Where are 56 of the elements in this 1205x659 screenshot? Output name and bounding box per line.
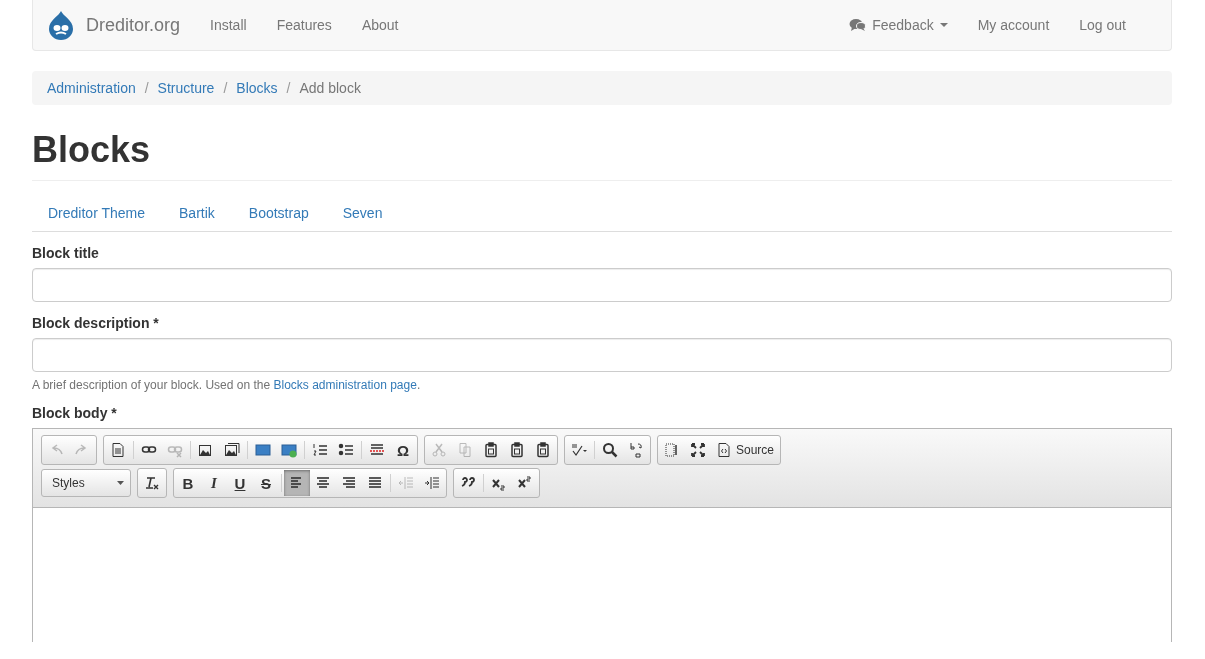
nav-link[interactable]: Features <box>261 17 347 33</box>
film-add-icon <box>281 442 297 459</box>
clipboard-word-icon <box>535 442 551 459</box>
block-description-input[interactable] <box>32 338 1172 373</box>
clear-format-icon <box>144 475 160 492</box>
indent-icon <box>424 475 440 492</box>
theme-tab[interactable]: Bartik <box>163 205 231 222</box>
strikethrough-button[interactable]: S <box>253 470 279 497</box>
breadcrumb-link[interactable]: Blocks <box>236 80 278 96</box>
chat-bubbles-icon <box>849 18 867 32</box>
copy-icon <box>457 442 473 459</box>
film-icon <box>255 442 271 459</box>
images-icon <box>224 442 240 459</box>
drop-logo-icon[interactable] <box>48 10 74 40</box>
underline-button[interactable]: U <box>227 470 253 497</box>
clipboard-icon <box>483 442 499 459</box>
field-label: Block body * <box>32 405 118 422</box>
styles-dropdown[interactable]: Styles <box>41 469 131 498</box>
page-title: Blocks <box>32 128 152 172</box>
nav-link[interactable]: About <box>346 17 414 33</box>
field-label: Block description * <box>32 315 160 332</box>
site-name-link[interactable]: Dreditor.org <box>86 14 181 36</box>
nav-link[interactable]: Install <box>195 17 262 33</box>
nav-link[interactable]: My account <box>962 17 1065 33</box>
bold-button[interactable]: B <box>175 470 201 497</box>
help-text: A brief description of your block. Used on the Blocks administration page. <box>32 378 422 393</box>
italic-button[interactable]: I <box>201 470 227 497</box>
blocks-icon <box>664 442 680 459</box>
numbered-list-icon <box>312 442 328 459</box>
block-title-input[interactable] <box>32 268 1172 303</box>
breadcrumb-separator: / <box>285 80 292 96</box>
breadcrumb-link[interactable]: Administration <box>47 80 136 96</box>
feedback-dropdown[interactable]: Feedback <box>834 17 963 33</box>
blocks-admin-link[interactable]: Blocks administration page <box>273 378 417 393</box>
caret-icon <box>939 22 948 28</box>
search-icon <box>602 442 618 459</box>
symbol-button[interactable]: Ω <box>390 437 416 464</box>
image-icon <box>198 442 214 459</box>
theme-tab[interactable]: Seven <box>326 205 399 222</box>
document-icon <box>110 442 126 459</box>
maximize-icon <box>690 442 706 459</box>
clipboard-text-icon <box>509 442 525 459</box>
scissors-icon <box>431 442 447 459</box>
nav-link[interactable]: Log out <box>1064 17 1156 33</box>
breadcrumb-separator: / <box>222 80 229 96</box>
breadcrumb-link[interactable]: Structure <box>157 80 215 96</box>
breadcrumb-separator: / <box>143 80 150 96</box>
theme-tab[interactable]: Bootstrap <box>232 205 325 222</box>
align-left-button[interactable] <box>284 470 310 497</box>
theme-tab[interactable]: Dreditor Theme <box>32 205 161 222</box>
source-button[interactable]: Source <box>711 437 780 464</box>
breadcrumb-current: Add block <box>299 80 361 96</box>
caret-icon <box>117 481 124 486</box>
field-label: Block title <box>32 245 100 262</box>
source-icon <box>716 442 732 459</box>
outdent-icon <box>398 475 414 492</box>
